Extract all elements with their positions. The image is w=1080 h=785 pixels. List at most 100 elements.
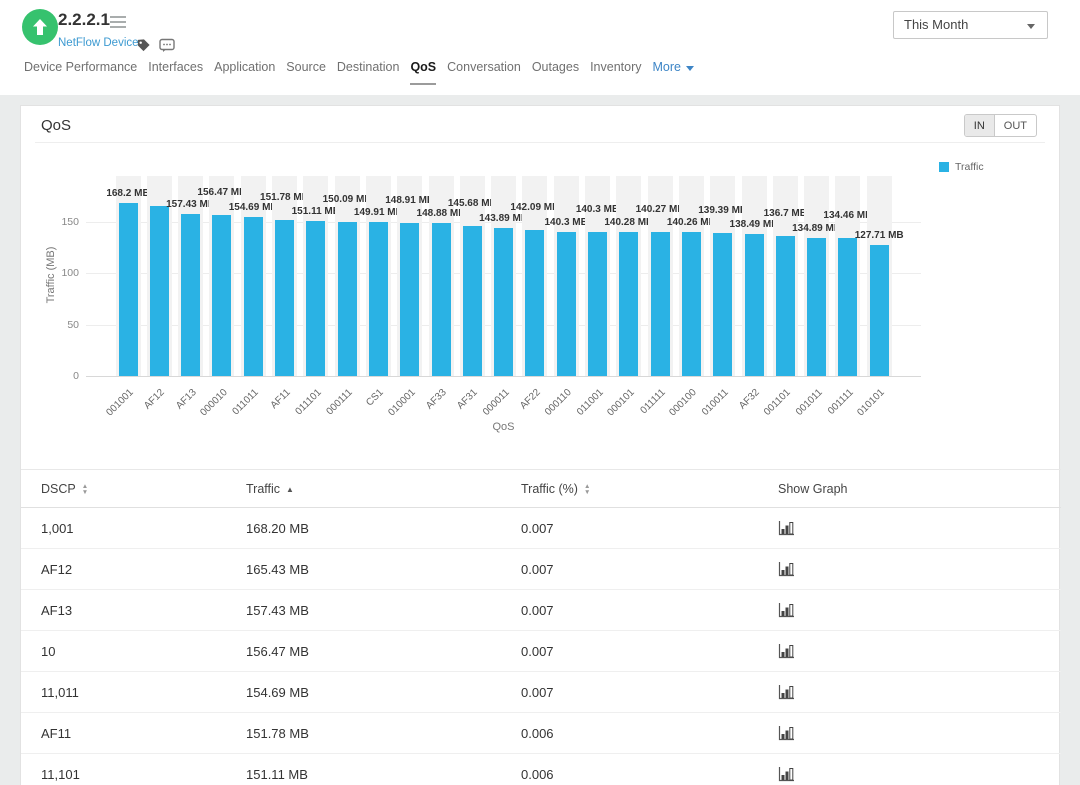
bar-010001[interactable] xyxy=(400,223,419,376)
tab-conversation[interactable]: Conversation xyxy=(447,60,521,83)
bar-000100[interactable] xyxy=(682,232,701,376)
cell-dscp: AF11 xyxy=(41,713,71,754)
table-row: 11,011 154.69 MB 0.007 xyxy=(21,672,1061,713)
tab-inventory[interactable]: Inventory xyxy=(590,60,641,83)
bar-011101[interactable] xyxy=(306,221,325,376)
tag-icon[interactable] xyxy=(136,38,151,53)
show-graph-icon[interactable] xyxy=(778,685,795,700)
bar-010011[interactable] xyxy=(713,233,732,376)
sort-icon: ▲▼ xyxy=(82,484,88,495)
bar-CS1[interactable] xyxy=(369,222,388,376)
cell-traffic: 157.43 MB xyxy=(246,590,309,631)
device-nav-tabs: Device Performance Interfaces Application S… xyxy=(24,60,694,90)
cell-traffic: 151.11 MB xyxy=(246,754,308,785)
table-header-row: DSCP▲▼ Traffic▲ Traffic (%)▲▼ Show Graph xyxy=(21,469,1061,508)
cell-dscp: AF12 xyxy=(41,549,72,590)
tab-destination[interactable]: Destination xyxy=(337,60,400,83)
bar-AF33[interactable] xyxy=(432,223,451,376)
table-row: 11,101 151.11 MB 0.006 xyxy=(21,754,1061,785)
show-graph-icon[interactable] xyxy=(778,521,795,536)
cell-traffic-pct: 0.007 xyxy=(521,508,554,549)
show-graph-icon[interactable] xyxy=(778,726,795,741)
cell-traffic: 151.78 MB xyxy=(246,713,309,754)
legend-item-traffic[interactable]: Traffic xyxy=(939,161,984,173)
notes-icon[interactable] xyxy=(159,38,175,53)
cell-traffic-pct: 0.006 xyxy=(521,754,554,785)
y-tick-label: 0 xyxy=(39,370,79,382)
device-ip-title: 2.2.2.1 xyxy=(58,10,110,30)
bar-AF32[interactable] xyxy=(745,234,764,376)
tab-more[interactable]: More xyxy=(653,60,694,83)
menu-icon[interactable] xyxy=(110,16,126,31)
bar-AF31[interactable] xyxy=(463,226,482,376)
cell-dscp: AF13 xyxy=(41,590,72,631)
show-graph-icon[interactable] xyxy=(778,767,795,782)
column-header-traffic-[interactable]: Traffic (%)▲▼ xyxy=(521,470,590,509)
sort-icon: ▲▼ xyxy=(584,484,590,495)
tab-qos[interactable]: QoS xyxy=(410,60,436,85)
table-row: 10 156.47 MB 0.007 xyxy=(21,631,1061,672)
table-row: AF11 151.78 MB 0.006 xyxy=(21,713,1061,754)
bar-001101[interactable] xyxy=(776,236,795,376)
device-status-icon xyxy=(22,9,58,45)
cell-traffic: 156.47 MB xyxy=(246,631,309,672)
bar-000101[interactable] xyxy=(619,232,638,376)
column-header-traffic[interactable]: Traffic▲ xyxy=(246,470,294,509)
cell-dscp: 10 xyxy=(41,631,55,672)
period-dropdown-value: This Month xyxy=(904,17,968,32)
table-row: AF13 157.43 MB 0.007 xyxy=(21,590,1061,631)
bar-000011[interactable] xyxy=(494,228,513,376)
bar-AF11[interactable] xyxy=(275,220,294,376)
device-type-link[interactable]: NetFlow Device xyxy=(58,37,139,49)
table-row: 1,001 168.20 MB 0.007 xyxy=(21,508,1061,549)
sort-asc-icon: ▲ xyxy=(286,470,294,509)
cell-dscp: 1,001 xyxy=(41,508,74,549)
cell-traffic-pct: 0.007 xyxy=(521,549,554,590)
qos-panel: QoS IN OUT Traffic Traffic (MB) QoS 0501… xyxy=(20,105,1060,785)
bar-010101[interactable] xyxy=(870,245,889,376)
cell-traffic-pct: 0.007 xyxy=(521,672,554,713)
chevron-down-icon xyxy=(1027,24,1035,29)
legend-swatch xyxy=(939,162,949,172)
cell-traffic: 154.69 MB xyxy=(246,672,309,713)
tab-outages[interactable]: Outages xyxy=(532,60,579,83)
bar-011001[interactable] xyxy=(588,232,607,376)
cell-dscp: 11,101 xyxy=(41,754,80,785)
cell-traffic-pct: 0.007 xyxy=(521,631,554,672)
period-dropdown[interactable]: This Month xyxy=(893,11,1048,39)
bar-011111[interactable] xyxy=(651,232,670,376)
tab-application[interactable]: Application xyxy=(214,60,275,83)
up-arrow-icon xyxy=(30,17,50,37)
qos-table: DSCP▲▼ Traffic▲ Traffic (%)▲▼ Show Graph 1,… xyxy=(21,469,1061,785)
tab-interfaces[interactable]: Interfaces xyxy=(148,60,203,83)
bar-011011[interactable] xyxy=(244,217,263,376)
bar-000110[interactable] xyxy=(557,232,576,376)
column-header-dscp[interactable]: DSCP▲▼ xyxy=(41,470,88,509)
show-graph-icon[interactable] xyxy=(778,603,795,618)
chevron-down-icon xyxy=(686,66,694,71)
cell-traffic: 165.43 MB xyxy=(246,549,309,590)
legend-label: Traffic xyxy=(955,161,984,173)
cell-traffic-pct: 0.006 xyxy=(521,713,554,754)
cell-dscp: 11,011 xyxy=(41,672,79,713)
bar-000010[interactable] xyxy=(212,215,231,376)
bar-001111[interactable] xyxy=(838,238,857,376)
bar-AF12[interactable] xyxy=(150,206,169,376)
cell-traffic: 168.20 MB xyxy=(246,508,309,549)
tab-source[interactable]: Source xyxy=(286,60,326,83)
tab-device-performance[interactable]: Device Performance xyxy=(24,60,137,83)
table-row: AF12 165.43 MB 0.007 xyxy=(21,549,1061,590)
table-body: 1,001 168.20 MB 0.007 AF12 165.43 MB 0.007 A… xyxy=(21,508,1061,785)
show-graph-icon[interactable] xyxy=(778,562,795,577)
bar-001011[interactable] xyxy=(807,238,826,376)
bar-000111[interactable] xyxy=(338,222,357,376)
bar-AF13[interactable] xyxy=(181,214,200,376)
app-header: 2.2.2.1 NetFlow Device This Month Device… xyxy=(0,0,1080,95)
show-graph-icon[interactable] xyxy=(778,644,795,659)
bar-value-label: 127.71 MB xyxy=(834,230,924,241)
cell-traffic-pct: 0.007 xyxy=(521,590,554,631)
column-header-show-graph: Show Graph xyxy=(778,470,847,509)
bar-AF22[interactable] xyxy=(525,230,544,376)
bar-001001[interactable] xyxy=(119,203,138,376)
y-tick-label: 100 xyxy=(39,267,79,279)
